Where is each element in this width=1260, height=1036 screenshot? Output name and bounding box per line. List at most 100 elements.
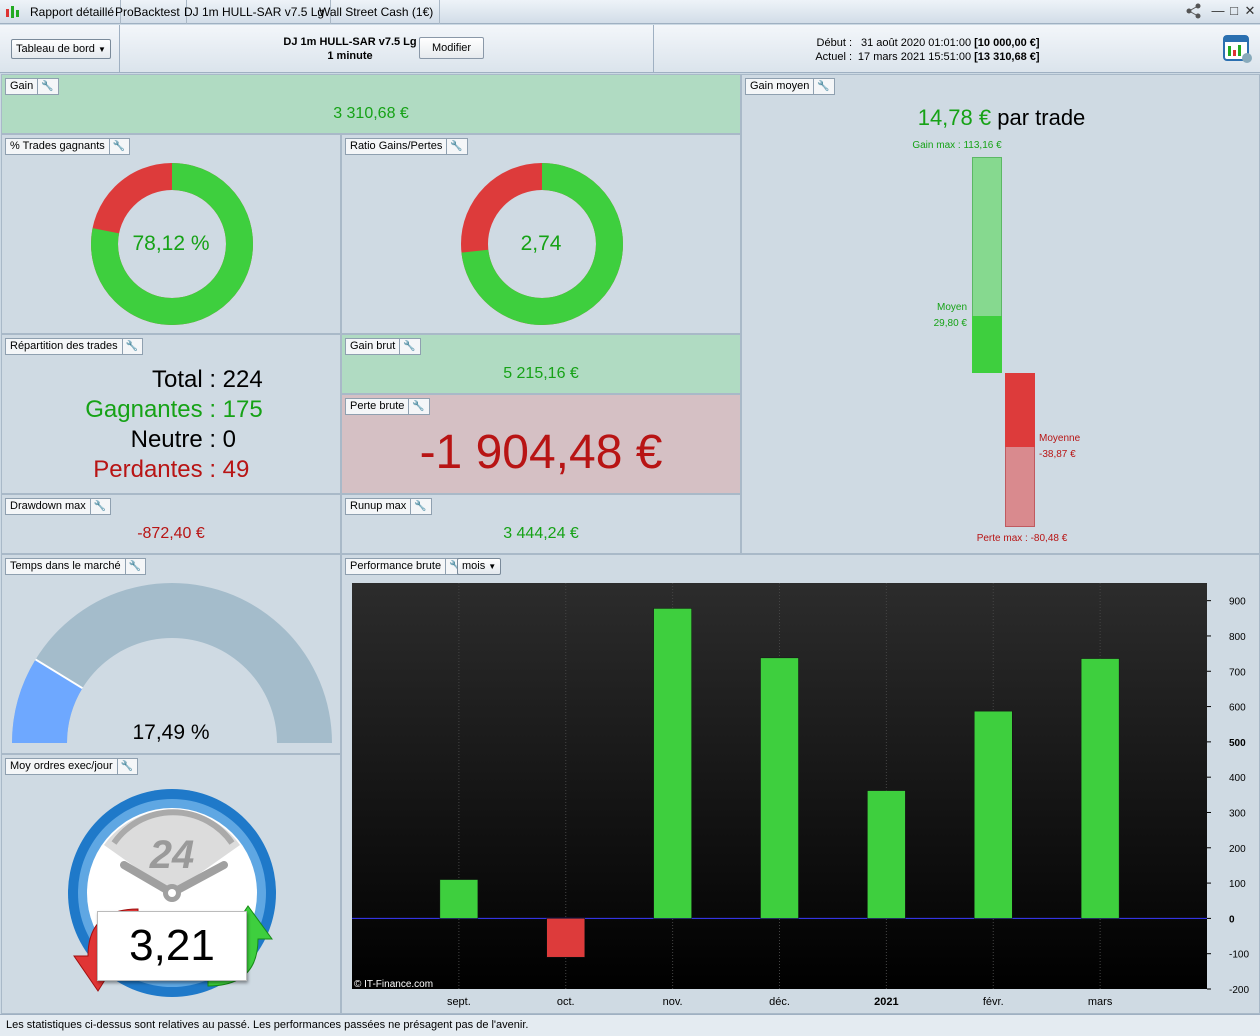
y-tick-label: 0 xyxy=(1229,914,1235,925)
wrench-icon[interactable]: 🔧 xyxy=(399,339,416,354)
avg-gain-suffix: par trade xyxy=(997,105,1086,130)
tab-strategy[interactable]: DJ 1m HULL-SAR v7.5 Lg xyxy=(178,0,332,24)
drawdown-panel: Drawdown max 🔧 -872,40 € xyxy=(1,494,341,554)
start-capital: [10 000,00 €] xyxy=(974,37,1040,49)
share-icon[interactable] xyxy=(1184,3,1206,19)
header-divider xyxy=(653,25,654,73)
gain-title[interactable]: Gain 🔧 xyxy=(5,78,59,95)
ratio-panel: Ratio Gains/Pertes 🔧 2,74 xyxy=(341,134,741,334)
y-tick-label: 100 xyxy=(1229,879,1246,890)
wrench-icon[interactable]: 🔧 xyxy=(37,79,54,94)
x-tick-label: oct. xyxy=(557,996,575,1008)
avg-win-label-text: Moyen xyxy=(936,302,967,314)
time-in-market-title[interactable]: Temps dans le marché 🔧 xyxy=(5,558,147,575)
trade-distribution-panel: Répartition des trades 🔧 Total : 224 Gagn… xyxy=(1,334,341,494)
wrench-icon[interactable]: 🔧 xyxy=(89,499,106,514)
wrench-icon[interactable]: 🔧 xyxy=(116,759,133,774)
y-tick-label: 300 xyxy=(1229,808,1246,819)
wrench-icon[interactable]: 🔧 xyxy=(446,139,463,154)
x-tick-label: nov. xyxy=(663,996,683,1008)
runup-title-label: Runup max xyxy=(350,500,407,512)
time-in-market-value: 17,49 % xyxy=(132,721,210,744)
gross-loss-title-label: Perte brute xyxy=(350,400,405,412)
gross-loss-panel: Perte brute 🔧 -1 904,48 € xyxy=(341,394,741,494)
wrench-icon[interactable]: 🔧 xyxy=(124,559,141,574)
orders-per-day-panel: Moy ordres exec/jour 🔧 24 3,21 xyxy=(1,754,341,1014)
gross-loss-title[interactable]: Perte brute 🔧 xyxy=(345,398,430,415)
y-tick-label: 200 xyxy=(1229,844,1246,855)
drawdown-title-label: Drawdown max xyxy=(10,500,86,512)
y-tick-label: 600 xyxy=(1229,703,1246,714)
report-header: Tableau de bord ▼ DJ 1m HULL-SAR v7.5 Lg… xyxy=(0,25,1260,73)
x-tick-label: févr. xyxy=(983,996,1004,1008)
avg-loss-label-text: Moyenne xyxy=(1039,433,1081,444)
orders-per-day-title[interactable]: Moy ordres exec/jour 🔧 xyxy=(5,758,139,775)
drawdown-title[interactable]: Drawdown max 🔧 xyxy=(5,498,112,515)
neutral-row: Neutre : 0 xyxy=(2,425,340,455)
losing-label: Perdantes : xyxy=(93,456,216,483)
chart-bar xyxy=(1080,658,1120,919)
winning-row: Gagnantes : 175 xyxy=(2,395,340,425)
wrench-icon[interactable]: 🔧 xyxy=(813,79,830,94)
gross-gain-title-label: Gain brut xyxy=(350,340,396,352)
runup-value: 3 444,24 € xyxy=(503,525,579,542)
neutral-value: 0 xyxy=(222,426,237,453)
x-tick-label: 2021 xyxy=(874,996,898,1008)
tab-probacktest[interactable]: ProBacktest xyxy=(109,0,187,24)
winning-trades-value: 78,12 % xyxy=(132,232,210,255)
chart-bar xyxy=(439,879,479,919)
x-tick-label: déc. xyxy=(769,996,790,1008)
drawdown-value: -872,40 € xyxy=(137,525,205,542)
avg-loss-label: Moyenne -38,87 € xyxy=(1039,431,1109,463)
wrench-icon[interactable]: 🔧 xyxy=(108,139,125,154)
report-settings-icon[interactable] xyxy=(1222,33,1254,65)
ratio-title-label: Ratio Gains/Pertes xyxy=(350,140,443,152)
start-date: 31 août 2020 01:01:00 xyxy=(860,37,972,49)
orders-per-day-value: 3,21 xyxy=(97,911,247,981)
wrench-icon[interactable]: 🔧 xyxy=(121,339,138,354)
y-tick-label: 700 xyxy=(1229,667,1246,678)
avg-win-bar xyxy=(972,316,1002,373)
current-label: Actuel : xyxy=(815,51,852,63)
distribution-list: Total : 224 Gagnantes : 175 Neutre : 0 P… xyxy=(2,365,340,485)
minimize-icon[interactable]: — xyxy=(1210,3,1226,19)
avg-gain-title[interactable]: Gain moyen 🔧 xyxy=(745,78,835,95)
gross-loss-value: -1 904,48 € xyxy=(419,426,663,479)
modify-button[interactable]: Modifier xyxy=(419,37,484,59)
start-label: Début : xyxy=(816,37,852,49)
distribution-title[interactable]: Répartition des trades 🔧 xyxy=(5,338,144,355)
chevron-down-icon: ▼ xyxy=(97,45,106,54)
avg-win-label: Moyen 29,80 € xyxy=(912,300,967,332)
y-tick-label: 500 xyxy=(1229,738,1246,749)
max-gain-label: Gain max : 113,16 € xyxy=(912,140,1002,151)
gross-gain-value: 5 215,16 € xyxy=(503,365,579,382)
losing-value: 49 xyxy=(222,456,250,483)
chart-bar xyxy=(760,657,799,919)
maximize-icon[interactable]: □ xyxy=(1226,3,1242,19)
chart-bar xyxy=(867,790,906,919)
tab-instrument[interactable]: Wall Street Cash (1€) xyxy=(313,0,441,24)
gain-panel: Gain 🔧 3 310,68 € xyxy=(1,74,741,134)
y-tick-label: -100 xyxy=(1229,950,1249,961)
performance-panel: Performance brute 🔧 mois ▼ -200 -100 0 100 20… xyxy=(341,554,1260,1014)
gross-gain-title[interactable]: Gain brut 🔧 xyxy=(345,338,421,355)
runup-title[interactable]: Runup max 🔧 xyxy=(345,498,432,515)
status-bar: Les statistiques ci-dessus sont relative… xyxy=(0,1014,1260,1036)
wrench-icon[interactable]: 🔧 xyxy=(410,499,427,514)
chart-watermark: © IT-Finance.com xyxy=(354,979,433,990)
close-icon[interactable]: ✕ xyxy=(1242,3,1258,19)
view-select[interactable]: Tableau de bord ▼ xyxy=(11,39,111,59)
start-row: Début : 31 août 2020 01:01:00 [10 000,00… xyxy=(800,36,1040,50)
ratio-title[interactable]: Ratio Gains/Pertes 🔧 xyxy=(345,138,468,155)
y-tick-label: 400 xyxy=(1229,773,1246,784)
view-select-label: Tableau de bord xyxy=(16,43,95,55)
wrench-icon[interactable]: 🔧 xyxy=(408,399,425,414)
chart-bar xyxy=(653,608,692,919)
avg-gain-headline: 14,78 € par trade xyxy=(742,105,1259,131)
chart-bar xyxy=(974,710,1013,919)
average-gain-panel: Gain moyen 🔧 14,78 € par trade Gain max :… xyxy=(741,74,1260,554)
max-loss-label: Perte max : -80,48 € xyxy=(976,532,1068,544)
clock-hours-label: 24 xyxy=(149,833,195,877)
tab-detailed-report[interactable]: Rapport détaillé xyxy=(24,0,122,24)
time-in-market-panel: Temps dans le marché 🔧 17,49 % xyxy=(1,554,341,754)
